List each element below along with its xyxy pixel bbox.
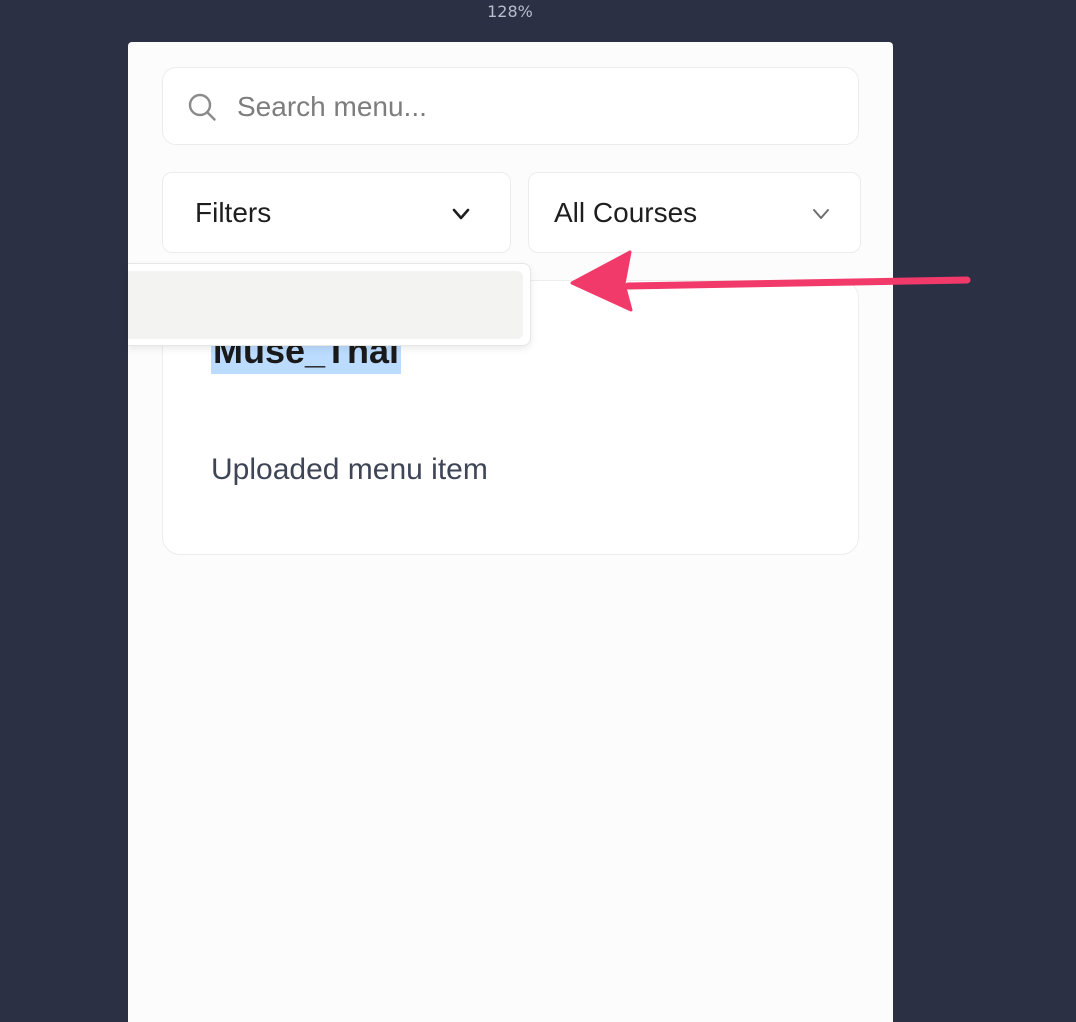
filters-label: Filters: [195, 197, 272, 228]
filters-option[interactable]: [128, 271, 523, 339]
chevron-down-icon: [452, 208, 470, 220]
chevron-down-icon: [813, 209, 829, 219]
menu-panel: Filters All Courses Muse_Thai Uploaded m…: [128, 42, 893, 1022]
filters-dropdown-menu: [128, 263, 531, 346]
zoom-level: 128%: [487, 2, 533, 21]
filters-dropdown[interactable]: Filters: [162, 172, 511, 253]
courses-dropdown[interactable]: All Courses: [528, 172, 861, 253]
search-input[interactable]: [235, 86, 839, 128]
menu-item-description: Uploaded menu item: [211, 453, 488, 486]
search-icon: [188, 93, 216, 121]
courses-label: All Courses: [554, 197, 698, 228]
search-box[interactable]: [162, 67, 859, 145]
